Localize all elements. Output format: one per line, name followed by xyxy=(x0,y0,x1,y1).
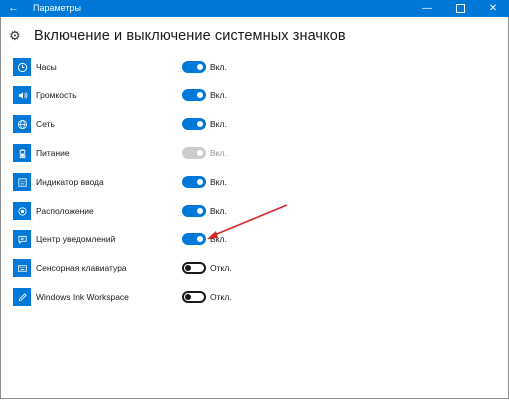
annotation-arrow xyxy=(207,204,288,239)
